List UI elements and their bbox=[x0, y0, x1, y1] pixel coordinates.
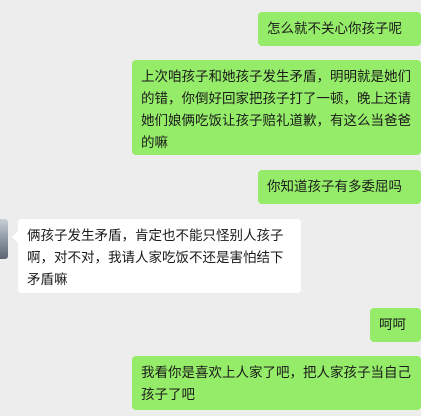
message-text: 我看你是喜欢上人家了吧，把人家孩子当自己孩子了吧 bbox=[141, 365, 411, 403]
message-bubble-incoming[interactable]: 俩孩子发生矛盾，肯定也不能只怪别人孩子啊，对不对，我请人家吃饭不还是害怕结下矛盾… bbox=[12, 219, 301, 293]
message-text: 怎么就不关心你孩子呢 bbox=[267, 21, 402, 37]
message-bubble-outgoing[interactable]: 上次咱孩子和她孩子发生矛盾，明明就是她们的错，你倒好回家把孩子打了一顿，晚上还请… bbox=[132, 60, 421, 155]
message-text: 你知道孩子有多委屈吗 bbox=[267, 179, 402, 195]
contact-avatar[interactable] bbox=[0, 219, 8, 259]
message-text: 俩孩子发生矛盾，肯定也不能只怪别人孩子啊，对不对，我请人家吃饭不还是害怕结下矛盾… bbox=[27, 228, 284, 288]
message-bubble-outgoing[interactable]: 你知道孩子有多委屈吗 bbox=[258, 170, 421, 204]
message-bubble-outgoing[interactable]: 怎么就不关心你孩子呢 bbox=[258, 12, 421, 46]
message-bubble-outgoing[interactable]: 呵呵 bbox=[370, 308, 421, 342]
message-text: 呵呵 bbox=[379, 317, 406, 333]
message-text: 上次咱孩子和她孩子发生矛盾，明明就是她们的错，你倒好回家把孩子打了一顿，晚上还请… bbox=[141, 69, 411, 151]
message-bubble-outgoing[interactable]: 我看你是喜欢上人家了吧，把人家孩子当自己孩子了吧 bbox=[132, 356, 421, 410]
